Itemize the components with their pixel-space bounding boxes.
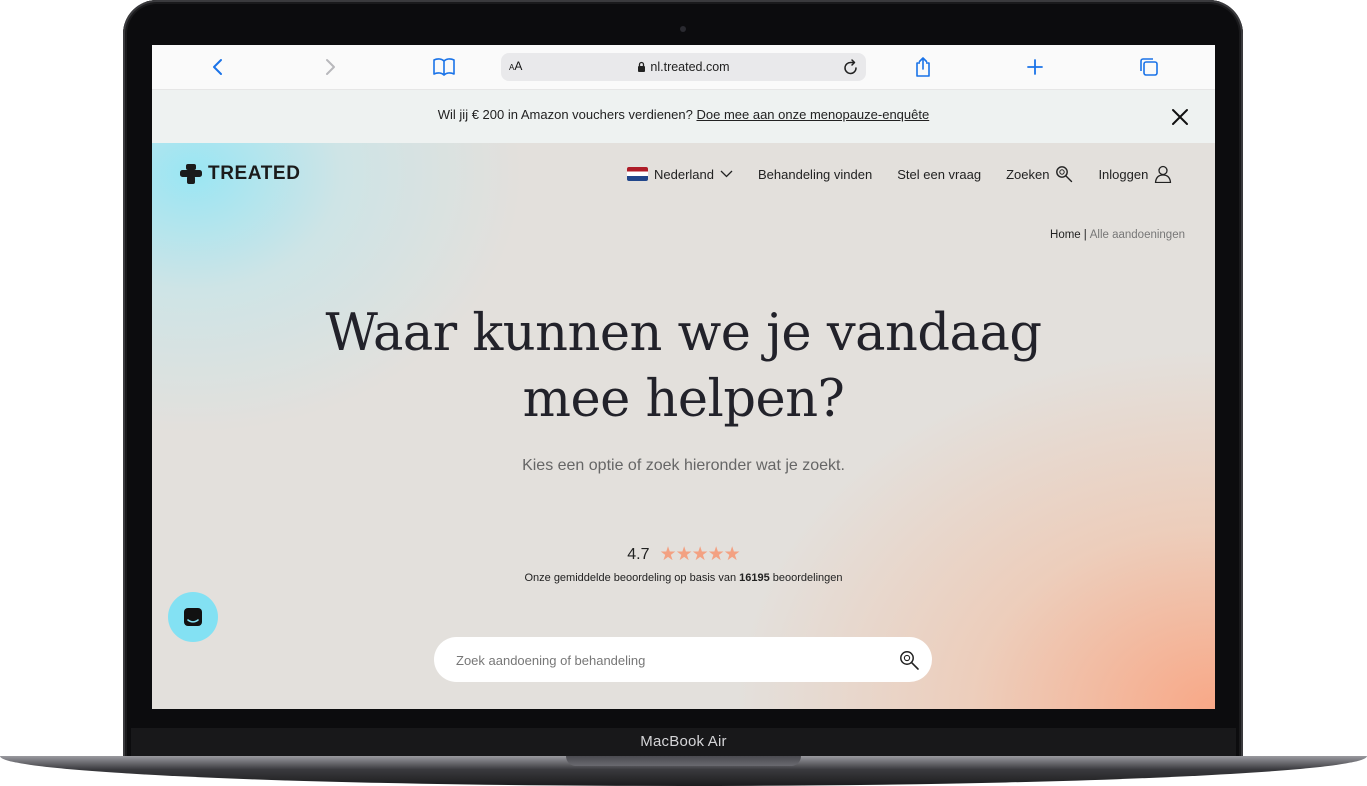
breadcrumb-current: Alle aandoeningen xyxy=(1089,229,1185,241)
rating-text-before: Onze gemiddelde beoordeling op basis van xyxy=(524,572,737,584)
nav-login[interactable]: Inloggen xyxy=(1098,165,1172,183)
camera xyxy=(680,26,686,32)
hero-section: TREATED Nederland Behandeling vinden Ste… xyxy=(152,143,1215,709)
nav-find-treatment[interactable]: Behandeling vinden xyxy=(758,167,872,182)
rating-text-after: beoordelingen xyxy=(772,572,843,584)
page-subtitle: Kies een optie of zoek hieronder wat je … xyxy=(522,457,845,474)
search-icon xyxy=(1056,166,1073,183)
model-label: MacBook Air xyxy=(640,733,727,750)
page-title-line-2: mee helpen? xyxy=(522,370,845,429)
chat-icon xyxy=(184,608,202,626)
rating-score: 4.7 xyxy=(627,545,650,563)
search-icon xyxy=(900,651,919,670)
star-rating-icon: ★★★★★ xyxy=(659,544,741,565)
browser-toolbar: AA nl.treated.com xyxy=(152,45,1215,90)
lock-icon xyxy=(638,61,646,72)
chevron-down-icon xyxy=(720,170,733,178)
nav-ask-question-label: Stel een vraag xyxy=(897,166,982,182)
close-icon[interactable] xyxy=(1171,108,1189,126)
url-display[interactable]: nl.treated.com xyxy=(501,60,866,74)
country-label: Nederland xyxy=(654,166,714,182)
logo[interactable]: TREATED xyxy=(180,163,301,185)
url-text: nl.treated.com xyxy=(650,60,730,74)
search-input[interactable] xyxy=(454,649,878,671)
page-title: Waar kunnen we je vandaag mee helpen? xyxy=(152,301,1215,433)
announcement: Wil jij € 200 in Amazon vouchers verdien… xyxy=(152,107,1215,122)
search-box xyxy=(434,637,932,682)
user-icon xyxy=(1155,165,1172,183)
screen: AA nl.treated.com Wil jij € 200 in Amazo… xyxy=(152,45,1215,709)
tabs-icon[interactable] xyxy=(1137,55,1161,79)
new-tab-icon[interactable] xyxy=(1023,55,1047,79)
nav-login-label: Inloggen xyxy=(1098,166,1149,182)
main-nav: Nederland Behandeling vinden Stel een vr… xyxy=(627,165,1172,183)
logo-icon xyxy=(180,164,202,184)
forward-icon[interactable] xyxy=(318,55,342,79)
logo-text: TREATED xyxy=(208,163,301,184)
search-button[interactable] xyxy=(898,649,920,671)
chat-button[interactable] xyxy=(168,592,218,642)
reload-icon[interactable] xyxy=(842,57,860,77)
country-selector[interactable]: Nederland xyxy=(627,167,733,182)
breadcrumb-separator: | xyxy=(1083,229,1087,241)
rating-summary: 4.7 ★★★★★ Onze gemiddelde beoordeling op… xyxy=(152,543,1215,584)
announcement-text: Wil jij € 200 in Amazon vouchers verdien… xyxy=(437,107,693,122)
back-icon[interactable] xyxy=(206,55,230,79)
flag-netherlands-icon xyxy=(627,167,648,181)
page-title-line-1: Waar kunnen we je vandaag xyxy=(325,304,1043,363)
rating-count: 16195 xyxy=(739,572,770,584)
nav-search[interactable]: Zoeken xyxy=(1006,165,1073,183)
survey-link[interactable]: Doe mee aan onze menopauze-enquête xyxy=(696,107,929,122)
bookmarks-icon[interactable] xyxy=(432,55,456,79)
nav-ask-question[interactable]: Stel een vraag xyxy=(897,167,981,182)
address-bar[interactable]: AA nl.treated.com xyxy=(501,53,866,81)
breadcrumb-home[interactable]: Home xyxy=(1050,229,1081,241)
nav-search-label: Zoeken xyxy=(1006,166,1050,182)
nav-find-treatment-label: Behandeling vinden xyxy=(758,166,873,182)
breadcrumb: Home | Alle aandoeningen xyxy=(1050,229,1185,241)
share-icon[interactable] xyxy=(911,55,935,79)
rating-description: Onze gemiddelde beoordeling op basis van… xyxy=(152,572,1215,584)
announcement-bar: Wil jij € 200 in Amazon vouchers verdien… xyxy=(152,90,1215,143)
laptop-hinge-notch xyxy=(566,756,801,766)
